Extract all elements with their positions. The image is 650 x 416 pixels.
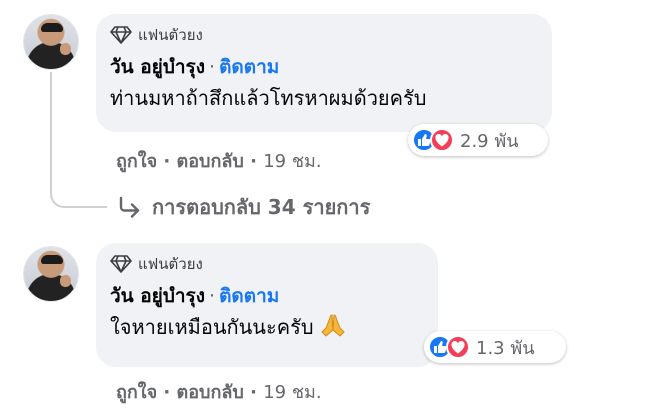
author-name[interactable]: วัน อยู่บำรุง — [110, 56, 205, 78]
diamond-icon — [110, 26, 132, 44]
comment-actions: ถูกใจ · ตอบกลับ · 19 ชม. — [116, 146, 322, 175]
action-separator: · — [250, 151, 264, 172]
action-separator: · — [163, 151, 177, 172]
follow-button[interactable]: ติดตาม — [219, 285, 279, 307]
action-separator: · — [163, 382, 177, 403]
comment-text: ท่านมหาถ้าสึกแล้วโทรหาผมด้วยครับ — [110, 86, 427, 110]
replies-label: การตอบกลับ 34 รายการ — [152, 195, 371, 219]
author-name[interactable]: วัน อยู่บำรุง — [110, 285, 205, 307]
comment-text-row: ใจหายเหมือนกันนะครับ — [110, 311, 424, 343]
separator-dot: · — [209, 56, 216, 78]
reaction-summary[interactable]: 1.3 พัน — [424, 331, 566, 363]
reply-arrow-icon — [119, 196, 140, 218]
separator-dot: · — [209, 285, 216, 307]
badge-label: แฟนตัวยง — [138, 26, 203, 44]
love-reaction-icon — [446, 335, 470, 359]
avatar[interactable] — [23, 14, 79, 70]
comment-text: ใจหายเหมือนกันนะครับ — [110, 315, 314, 339]
thread-line-curve — [50, 192, 107, 208]
like-link[interactable]: ถูกใจ — [116, 382, 157, 403]
like-link[interactable]: ถูกใจ — [116, 151, 157, 172]
thread-line — [50, 72, 52, 194]
reaction-summary[interactable]: 2.9 พัน — [408, 124, 548, 156]
follow-button[interactable]: ติดตาม — [219, 56, 279, 78]
diamond-icon — [110, 255, 132, 273]
timestamp[interactable]: 19 ชม. — [263, 382, 321, 403]
reaction-count: 2.9 พัน — [460, 130, 519, 152]
top-fan-badge[interactable]: แฟนตัวยง — [110, 24, 538, 46]
comment-bubble: แฟนตัวยง วัน อยู่บำรุง · ติดตาม ใจหายเหมือ… — [96, 243, 438, 367]
reply-link[interactable]: ตอบกลับ — [177, 151, 244, 172]
love-reaction-icon — [430, 128, 454, 152]
reply-link[interactable]: ตอบกลับ — [177, 382, 244, 403]
comment-actions: ถูกใจ · ตอบกลับ · 19 ชม. — [116, 377, 322, 406]
avatar[interactable] — [23, 246, 79, 302]
badge-label: แฟนตัวยง — [138, 255, 203, 273]
reaction-count: 1.3 พัน — [476, 337, 535, 359]
action-separator: · — [250, 382, 264, 403]
view-replies-link[interactable]: การตอบกลับ 34 รายการ — [118, 191, 370, 223]
top-fan-badge[interactable]: แฟนตัวยง — [110, 253, 424, 275]
timestamp[interactable]: 19 ชม. — [263, 151, 321, 172]
comment-bubble: แฟนตัวยง วัน อยู่บำรุง · ติดตาม ท่านมหาถ้า… — [96, 14, 552, 132]
pray-emoji-icon — [321, 314, 345, 337]
